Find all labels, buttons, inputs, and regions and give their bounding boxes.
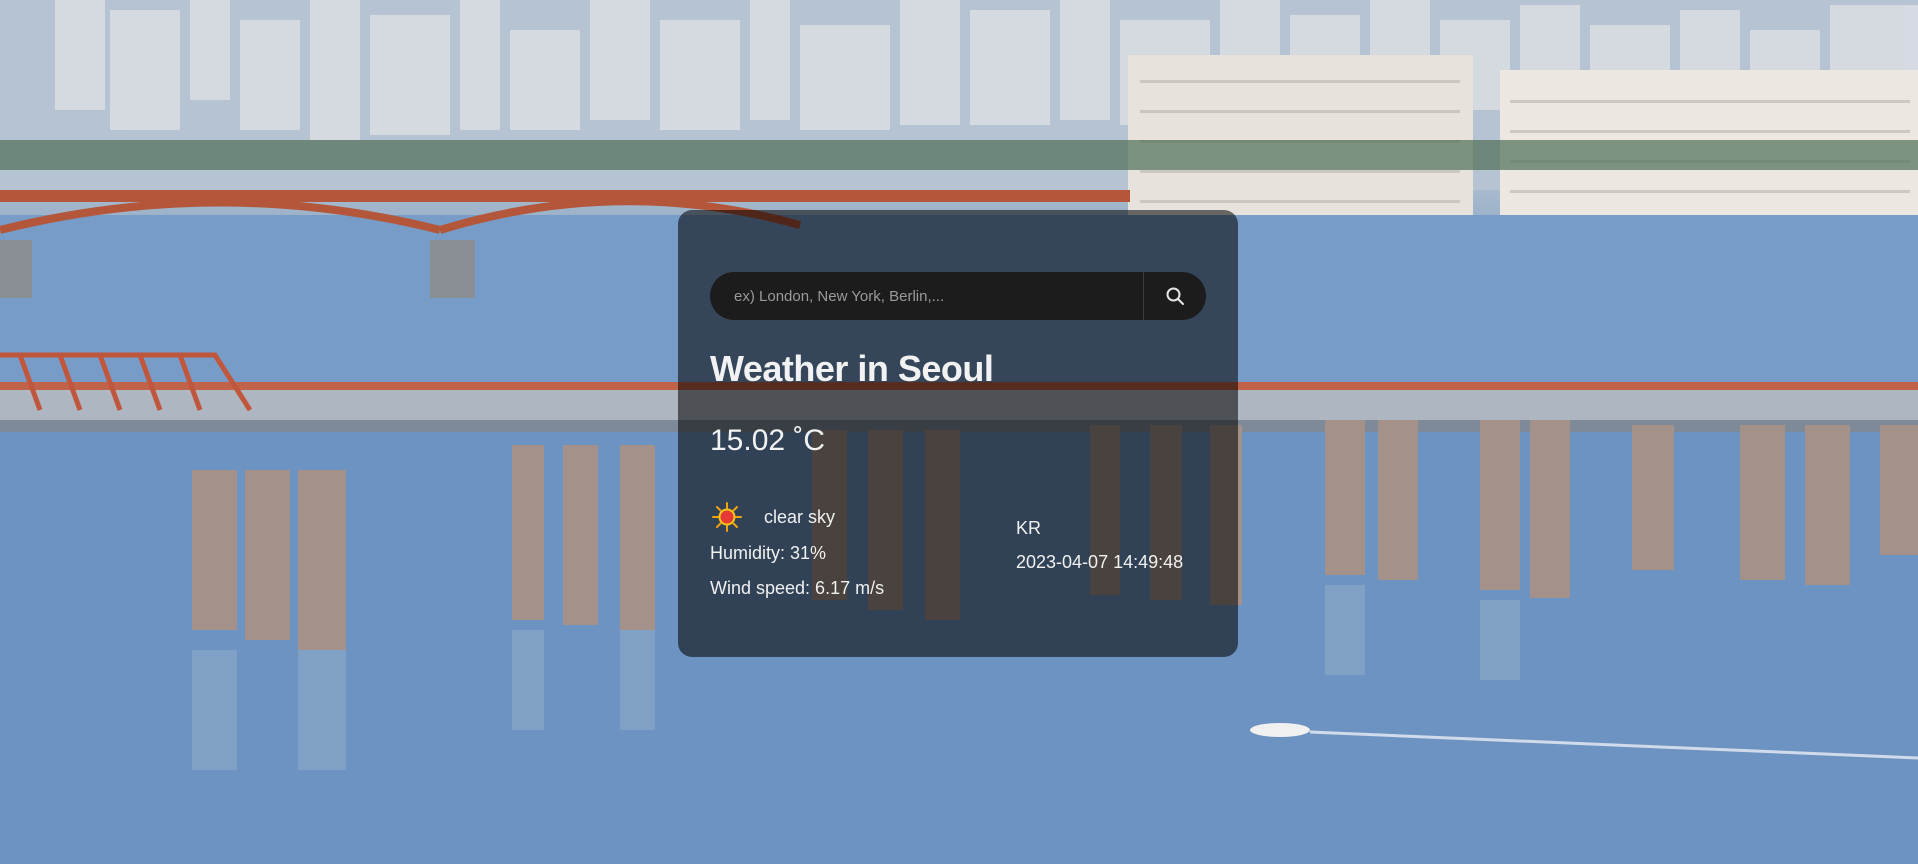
weather-description: clear sky — [764, 506, 836, 527]
search-bar — [710, 272, 1206, 320]
weather-card: Weather in Seoul 15.02 ˚C clear sky Humi… — [678, 210, 1238, 657]
humidity: Humidity: 31% — [710, 543, 827, 563]
datetime: 2023-04-07 14:49:48 — [1016, 552, 1184, 572]
page-title: Weather in Seoul — [710, 348, 994, 389]
temperature: 15.02 ˚C — [710, 424, 826, 457]
search-input[interactable] — [710, 272, 1143, 320]
search-button[interactable] — [1144, 272, 1206, 320]
search-icon — [1166, 287, 1184, 305]
country-code: KR — [1016, 518, 1042, 538]
sun-icon — [712, 502, 742, 532]
wind-speed: Wind speed: 6.17 m/s — [710, 578, 885, 598]
weather-condition: clear sky — [710, 500, 835, 534]
